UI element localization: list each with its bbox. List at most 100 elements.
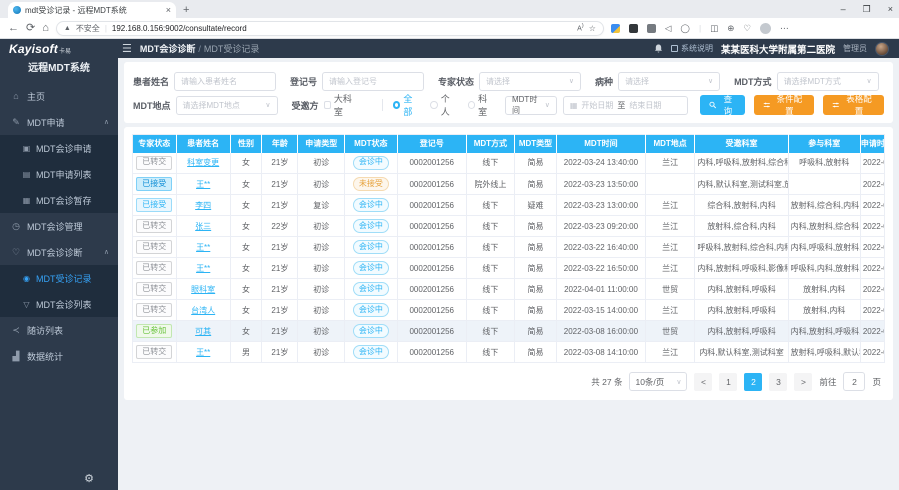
patient-name-link[interactable]: 可其 xyxy=(195,327,211,336)
extension-icon[interactable] xyxy=(611,24,620,33)
favorites-icon[interactable]: ⊕ xyxy=(727,23,734,34)
mdt-mode-select[interactable]: 请选择MDT方式 ∨ xyxy=(777,72,879,91)
table-row[interactable]: 已转交 科室变更 女 21岁 初诊 会诊中 0002001256 线下 简易 2… xyxy=(133,153,885,174)
back-button[interactable]: ← xyxy=(8,23,19,34)
big-dept-checkbox[interactable] xyxy=(324,101,331,109)
page-size-select[interactable]: 10条/页 ∨ xyxy=(629,372,687,391)
expert-status-badge: 已转交 xyxy=(136,219,172,233)
patient-name-link[interactable]: 王** xyxy=(196,180,210,189)
profile-icon[interactable] xyxy=(760,23,771,34)
goto-page-input[interactable]: 2 xyxy=(843,372,865,391)
select-placeholder: 请选择 xyxy=(625,76,649,87)
system-help-link[interactable]: 系统说明 xyxy=(671,43,713,54)
sidebar-item-label: MDT受诊记录 xyxy=(36,272,92,285)
radio-label: 个人 xyxy=(441,92,458,118)
window-close-button[interactable]: × xyxy=(888,4,893,14)
condition-config-button[interactable]: 条件配置 xyxy=(754,95,815,115)
radio-personal[interactable]: 个人 xyxy=(430,92,457,118)
cell-mdt-place xyxy=(645,174,695,195)
cell-apply-type: 初诊 xyxy=(298,300,345,321)
radio-all[interactable]: 全部 xyxy=(393,92,420,118)
split-screen-icon[interactable]: ◫ xyxy=(710,23,718,34)
patient-name-link[interactable]: 王** xyxy=(196,264,210,273)
search-button[interactable]: 查询 xyxy=(700,95,744,115)
extension-icon[interactable] xyxy=(647,24,656,33)
sidebar-group-mdt-diagnosis[interactable]: ♡ MDT会诊诊断 ∧ xyxy=(0,239,118,265)
sidebar-item-mdt-consult-apply[interactable]: ▣ MDT会诊申请 xyxy=(0,135,118,161)
page-button-3[interactable]: 3 xyxy=(769,373,787,391)
sidebar-item-mdt-draft[interactable]: ▦ MDT会诊暂存 xyxy=(0,187,118,213)
patient-name-link[interactable]: 张三 xyxy=(195,222,211,231)
notification-bell-icon[interactable] xyxy=(654,44,663,53)
patient-name-link[interactable]: 眼科室 xyxy=(191,285,215,294)
patient-name-link[interactable]: 王** xyxy=(196,243,210,252)
sidebar-item-label: MDT会诊诊断 xyxy=(27,246,83,259)
sidebar-item-mdt-manage[interactable]: ◷ MDT会诊管理 xyxy=(0,213,118,239)
table-row[interactable]: 已转交 王** 男 21岁 初诊 会诊中 0002001256 线下 简易 20… xyxy=(133,342,885,363)
app-logo: Kayisoft 卡易 xyxy=(0,42,118,56)
disease-select[interactable]: 请选择 ∨ xyxy=(618,72,720,91)
mute-icon[interactable]: ◁ xyxy=(665,23,672,34)
sidebar-item-home[interactable]: ⌂ 主页 xyxy=(0,83,118,109)
refresh-button[interactable]: ⟳ xyxy=(26,23,35,34)
settings-more-icon[interactable]: ⋯ xyxy=(780,23,789,34)
gear-icon[interactable]: ⚙ xyxy=(84,472,94,485)
user-avatar[interactable] xyxy=(875,42,889,56)
col-invited-depts: 受邀科室 xyxy=(695,135,788,153)
read-aloud-icon[interactable]: A) xyxy=(577,23,584,32)
patient-name-link[interactable]: 台湾人 xyxy=(191,306,215,315)
address-bar[interactable]: ▲ 不安全 | 192.168.0.156:9002/consultate/re… xyxy=(56,21,604,36)
table-row[interactable]: 已转交 张三 女 22岁 初诊 会诊中 0002001256 线下 简易 202… xyxy=(133,216,885,237)
page-button-1[interactable]: 1 xyxy=(719,373,737,391)
sidebar-item-mdt-record[interactable]: ◉ MDT受诊记录 xyxy=(0,265,118,291)
cell-gender: 女 xyxy=(230,321,262,342)
extension-icon[interactable] xyxy=(629,24,638,33)
table-row[interactable]: 已接受 李四 女 21岁 复诊 会诊中 0002001256 线下 疑难 202… xyxy=(133,195,885,216)
page-button-2[interactable]: 2 xyxy=(744,373,762,391)
table-row[interactable]: 已转交 台湾人 女 21岁 初诊 会诊中 0002001256 线下 简易 20… xyxy=(133,300,885,321)
radio-dept[interactable]: 科室 xyxy=(468,92,495,118)
table-row[interactable]: 已转交 王** 女 21岁 初诊 会诊中 0002001256 线下 简易 20… xyxy=(133,237,885,258)
cell-mdt-time: 2022-03-24 13:40:00 xyxy=(557,153,646,174)
table-row[interactable]: 已接受 王** 女 21岁 初诊 未接受 0002001256 院外线上 简易 … xyxy=(133,174,885,195)
sidebar-item-mdt-consult-list[interactable]: ▽ MDT会诊列表 xyxy=(0,291,118,317)
table-header-row: 专家状态 患者姓名 性别 年龄 申请类型 MDT状态 登记号 MDT方式 MDT… xyxy=(133,135,885,153)
expert-status-select[interactable]: 请选择 ∨ xyxy=(479,72,581,91)
chevron-down-icon: ∨ xyxy=(708,77,713,85)
mdt-place-select[interactable]: 请选择MDT地点 ∨ xyxy=(176,96,278,115)
sidebar-item-mdt-apply-list[interactable]: ▤ MDT申请列表 xyxy=(0,161,118,187)
table-row[interactable]: 已转交 眼科室 女 21岁 初诊 会诊中 0002001256 线下 简易 20… xyxy=(133,279,885,300)
next-page-button[interactable]: > xyxy=(794,373,812,391)
cell-joined-depts: 放射科,内科 xyxy=(788,300,860,321)
prev-page-button[interactable]: < xyxy=(694,373,712,391)
patient-name-link[interactable]: 科室变更 xyxy=(187,158,219,167)
cell-apply-time: 2022-03-22 15:57:03 xyxy=(860,258,884,279)
help-icon xyxy=(671,45,678,52)
patient-name-input[interactable] xyxy=(174,72,276,91)
new-tab-button[interactable]: + xyxy=(183,4,189,16)
cell-joined-depts: 呼吸科,内科,放射科,影像科 xyxy=(788,258,860,279)
table-row[interactable]: 已参加 可其 女 21岁 初诊 会诊中 0002001256 线下 简易 202… xyxy=(133,321,885,342)
browser-tab[interactable]: mdt受诊记录 - 远程MDT系统 × xyxy=(8,2,176,18)
cell-apply-time: 2022-03-23 09:35:39 xyxy=(860,195,884,216)
pagination: 共 27 条 10条/页 ∨ < 1 2 3 > 前往 2 页 xyxy=(132,372,885,391)
window-minimize-button[interactable]: – xyxy=(841,4,846,14)
date-range-picker[interactable]: ▦ 开始日期 至 结束日期 xyxy=(563,96,689,115)
favorite-star-icon[interactable]: ☆ xyxy=(589,24,596,33)
sidebar-group-mdt-apply[interactable]: ✎ MDT申请 ∧ xyxy=(0,109,118,135)
sidebar-item-followup[interactable]: ≺ 随访列表 xyxy=(0,317,118,343)
table-row[interactable]: 已转交 王** 女 21岁 初诊 会诊中 0002001256 线下 简易 20… xyxy=(133,258,885,279)
patient-name-link[interactable]: 王** xyxy=(196,348,210,357)
tab-close-icon[interactable]: × xyxy=(166,5,171,15)
time-type-select[interactable]: MDT时间 ∨ xyxy=(505,96,557,115)
table-config-button[interactable]: 表格配置 xyxy=(823,95,884,115)
window-restore-button[interactable]: ❐ xyxy=(863,4,871,15)
browser-essentials-icon[interactable]: ♡ xyxy=(743,23,751,34)
sidebar-item-stats[interactable]: ▟ 数据统计 xyxy=(0,343,118,369)
reg-no-input[interactable] xyxy=(322,72,424,91)
collapse-menu-icon[interactable]: ☰ xyxy=(122,42,132,55)
copilot-icon[interactable]: ◯ xyxy=(680,23,690,34)
home-button[interactable]: ⌂ xyxy=(42,23,49,34)
cell-mdt-mode: 线下 xyxy=(466,342,514,363)
patient-name-link[interactable]: 李四 xyxy=(195,201,211,210)
